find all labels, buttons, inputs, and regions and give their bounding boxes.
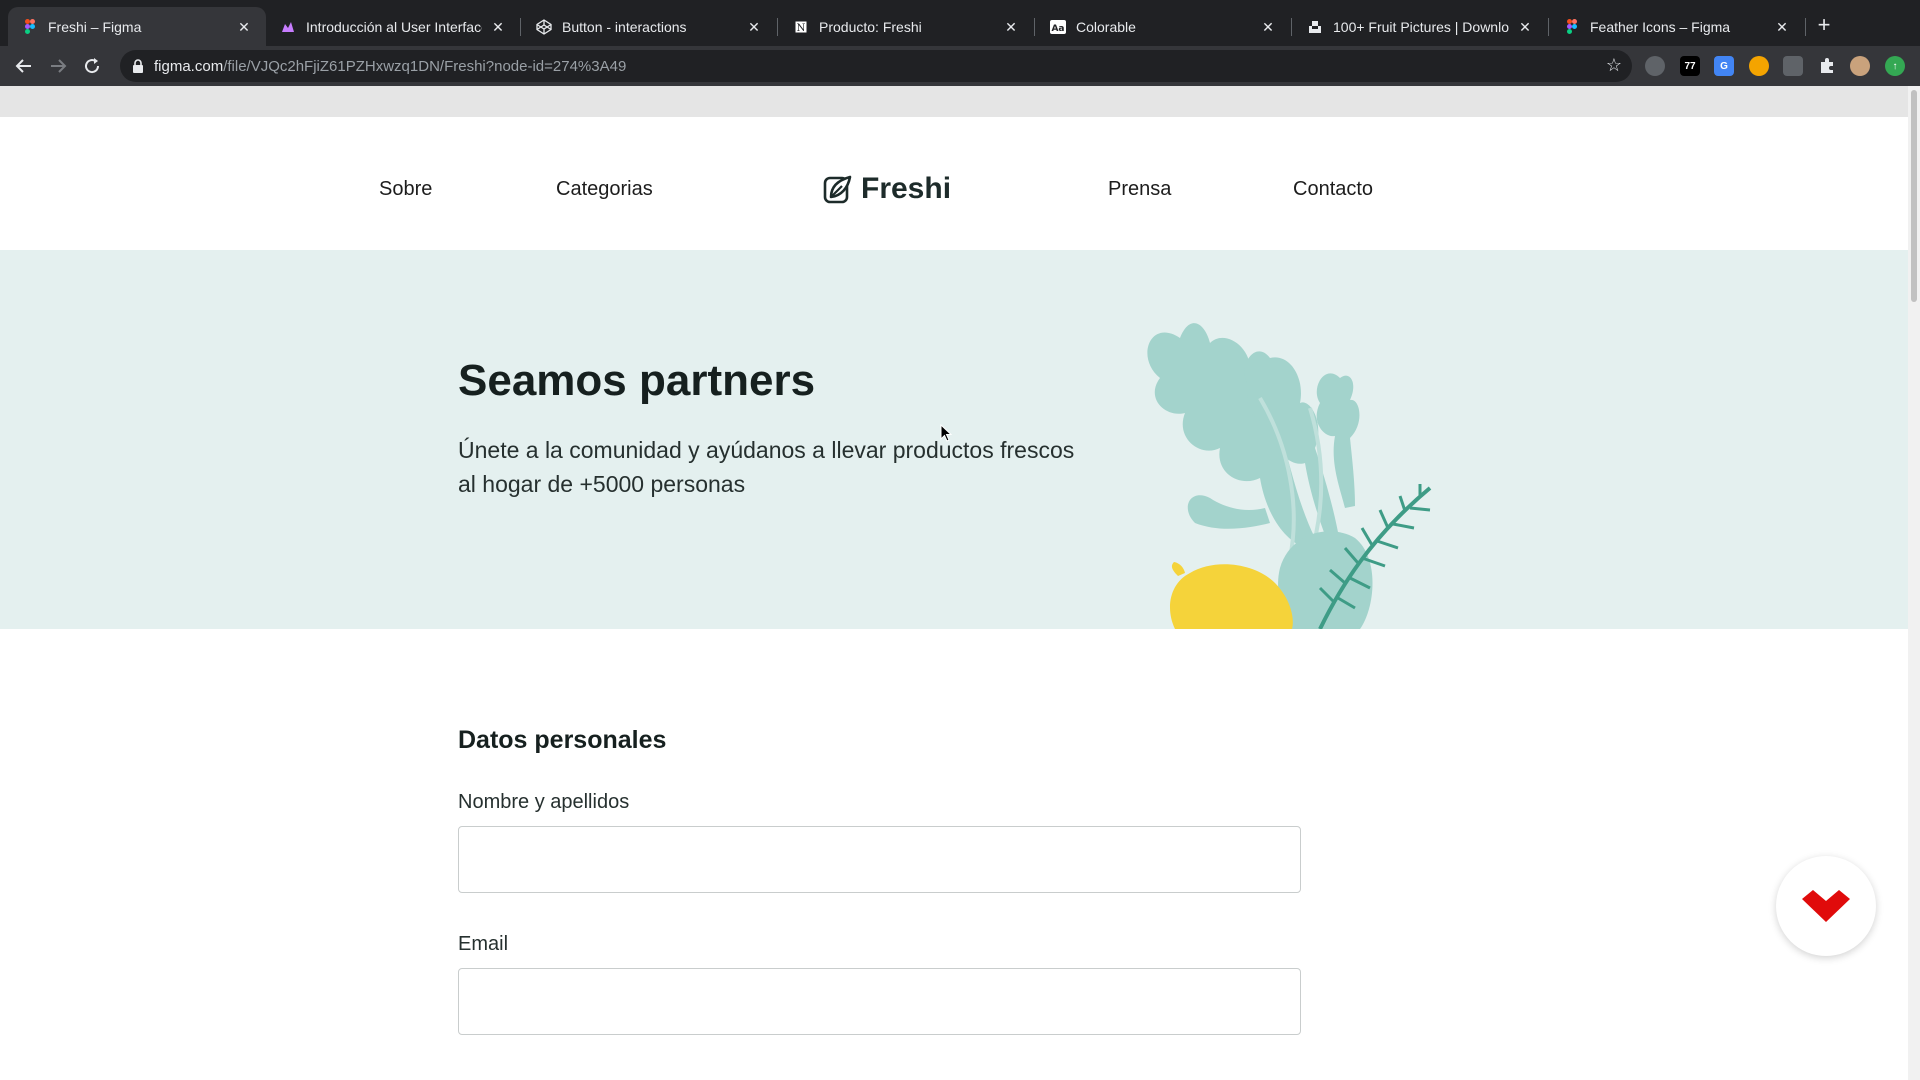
close-icon[interactable]: ✕ (236, 19, 252, 35)
nav-sobre[interactable]: Sobre (379, 178, 432, 201)
name-field-label: Nombre y apellidos (458, 791, 630, 813)
codepen-icon (536, 18, 552, 35)
section-title-datos-personales: Datos personales (458, 726, 667, 754)
email-input[interactable] (458, 968, 1301, 1035)
page-scrollbar[interactable] (1908, 86, 1920, 1080)
reload-icon[interactable] (80, 54, 104, 78)
tab-title: Producto: Freshi (819, 18, 922, 35)
figma-icon (22, 19, 38, 35)
notion-icon: N (793, 19, 809, 35)
tab-fruit-pictures[interactable]: 100+ Fruit Pictures | Download ✕ (1293, 7, 1547, 46)
extension-square-icon[interactable] (1783, 56, 1803, 76)
hero-subtitle: Únete a la comunidad y ayúdanos a llevar… (458, 437, 1075, 497)
close-icon[interactable]: ✕ (1260, 19, 1276, 35)
email-field-label: Email (458, 933, 509, 955)
unicorn-icon (280, 19, 296, 35)
tab-title: 100+ Fruit Pictures | Download (1333, 18, 1509, 35)
close-icon[interactable]: ✕ (1774, 19, 1790, 35)
leaf-logo-icon (823, 175, 852, 204)
url-host: figma.com (154, 58, 224, 75)
tab-title: Freshi – Figma (48, 18, 142, 35)
bookmark-star-icon[interactable]: ☆ (1606, 55, 1622, 76)
close-icon[interactable]: ✕ (746, 19, 762, 35)
tab-introduccion-ui[interactable]: Introducción al User Interface ✕ (266, 7, 520, 46)
figma-icon (1564, 19, 1580, 35)
avatar[interactable] (1850, 56, 1870, 76)
close-icon[interactable]: ✕ (490, 19, 506, 35)
address-bar[interactable]: figma.com/file/VJQc2hFjiZ61PZHxwzq1DN/Fr… (120, 50, 1632, 82)
extension-77-label: 77 (1684, 60, 1696, 72)
tab-separator (1548, 18, 1549, 36)
tab-title: Button - interactions (562, 18, 687, 35)
svg-text:Aa: Aa (1051, 24, 1064, 34)
scrollbar-thumb[interactable] (1911, 90, 1917, 302)
logo-text: Freshi (861, 172, 952, 205)
freshi-logo[interactable]: Freshi (823, 172, 951, 206)
tab-separator (1291, 18, 1292, 36)
tab-producto-freshi[interactable]: N Producto: Freshi ✕ (779, 7, 1033, 46)
mouse-cursor-icon (940, 424, 952, 442)
close-icon[interactable]: ✕ (1517, 19, 1533, 35)
floating-brand-badge[interactable] (1776, 856, 1876, 956)
tab-title: Feather Icons – Figma (1590, 18, 1731, 35)
tab-button-interactions[interactable]: Button - interactions ✕ (522, 7, 776, 46)
unsplash-icon (1307, 19, 1323, 35)
close-icon[interactable]: ✕ (1003, 19, 1019, 35)
nav-contacto[interactable]: Contacto (1293, 178, 1373, 201)
update-icon[interactable]: ↑ (1885, 56, 1905, 76)
tab-freshi-figma[interactable]: Freshi – Figma ✕ (8, 7, 266, 46)
tab-separator (777, 18, 778, 36)
colorable-icon: Aa (1050, 19, 1066, 35)
nav-prensa[interactable]: Prensa (1108, 178, 1171, 201)
tab-feather-icons[interactable]: Feather Icons – Figma ✕ (1550, 7, 1804, 46)
extension-circle-icon[interactable] (1645, 56, 1665, 76)
browser-tab-bar: Freshi – Figma ✕ Introducción al User In… (0, 0, 1920, 46)
svg-text:N: N (797, 23, 806, 34)
hero-banner: Seamos partners Únete a la comunidad y a… (0, 250, 1908, 629)
forward-icon[interactable] (46, 54, 70, 78)
extension-77-icon[interactable]: 77 (1680, 56, 1700, 76)
url-text: figma.com/file/VJQc2hFjiZ61PZHxwzq1DN/Fr… (154, 58, 626, 75)
tab-separator (520, 18, 521, 36)
lock-icon (132, 59, 144, 73)
brand-chevron-icon (1802, 890, 1850, 922)
tab-colorable[interactable]: Aa Colorable ✕ (1036, 7, 1290, 46)
tab-separator (1034, 18, 1035, 36)
new-tab-button[interactable]: + (1812, 14, 1836, 38)
browser-toolbar: figma.com/file/VJQc2hFjiZ61PZHxwzq1DN/Fr… (0, 46, 1920, 86)
page-viewport: Sobre Categorias Freshi Prensa Contacto … (0, 86, 1920, 1080)
extensions-puzzle-icon[interactable] (1817, 56, 1837, 76)
nav-categorias[interactable]: Categorias (556, 178, 653, 201)
name-input[interactable] (458, 826, 1301, 893)
canvas-strip (0, 86, 1908, 117)
tab-title: Colorable (1076, 18, 1136, 35)
url-path: /file/VJQc2hFjiZ61PZHxwzq1DN/Freshi?node… (223, 58, 627, 75)
tab-separator (1805, 18, 1806, 36)
translate-icon[interactable]: G (1714, 56, 1734, 76)
back-icon[interactable] (12, 54, 36, 78)
tab-title: Introducción al User Interface (306, 18, 482, 35)
hero-title: Seamos partners (458, 356, 816, 405)
extension-orange-icon[interactable] (1749, 56, 1769, 76)
vegetables-illustration (1147, 323, 1432, 629)
